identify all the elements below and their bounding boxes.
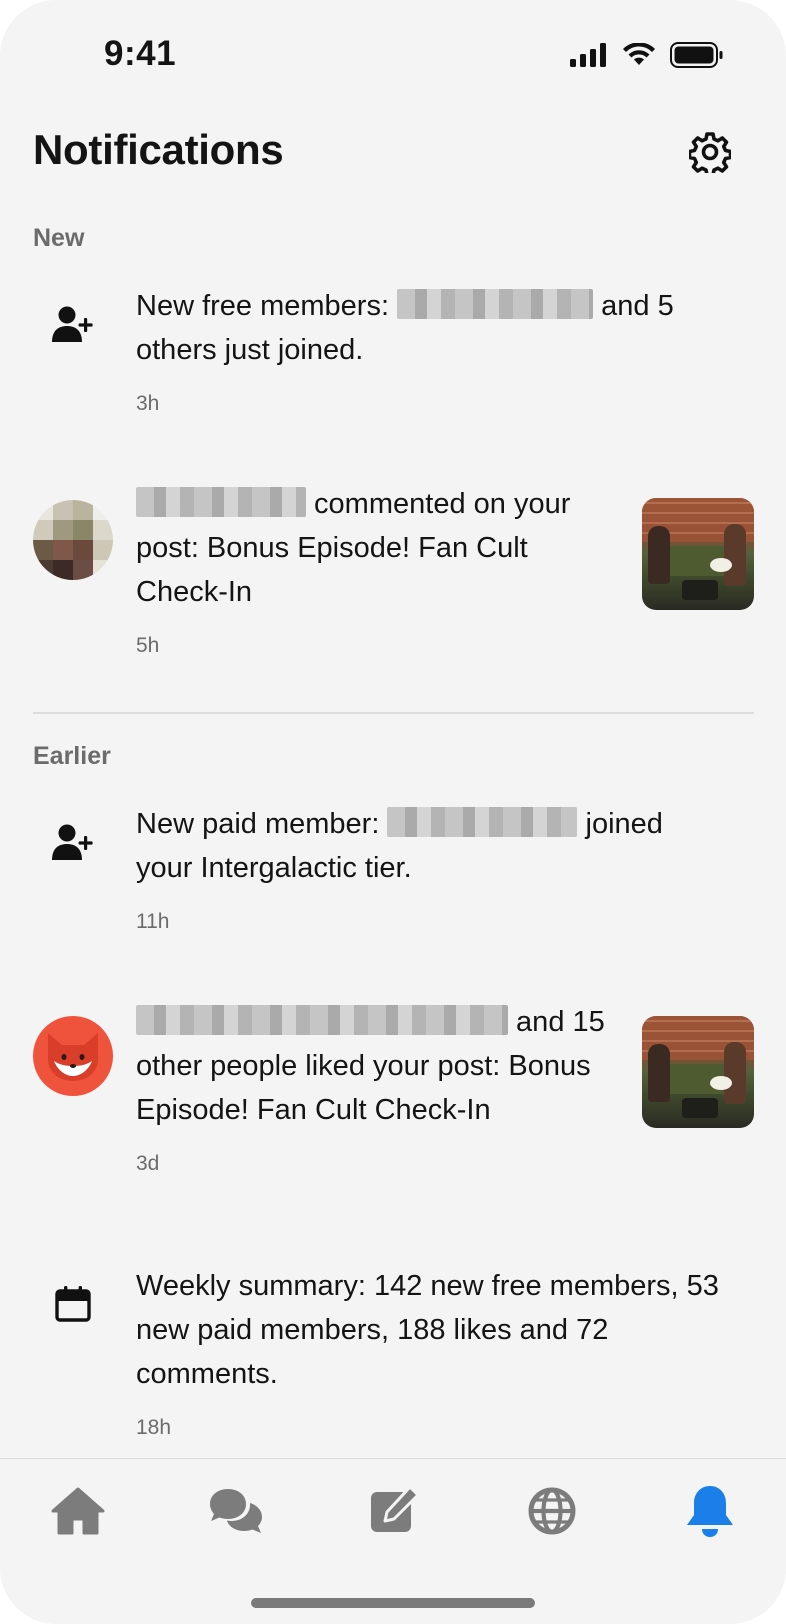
notification-time: 11h — [136, 910, 170, 933]
message-prefix: New free members: — [136, 290, 398, 322]
notification-time: 18h — [136, 1416, 172, 1439]
redacted-name — [136, 487, 306, 517]
home-icon — [51, 1487, 105, 1535]
fox-icon — [48, 1033, 98, 1081]
bell-icon — [687, 1486, 733, 1537]
phone-screen: 9:41 Notifications New New free members:… — [0, 0, 786, 1624]
status-time: 9:41 — [104, 34, 177, 73]
section-label-earlier: Earlier — [33, 742, 111, 770]
gear-icon — [689, 132, 731, 173]
redacted-name — [136, 1005, 508, 1035]
calendar-icon — [33, 1264, 113, 1344]
add-user-icon — [33, 802, 113, 882]
add-user-icon — [33, 284, 113, 364]
compose-icon — [371, 1485, 420, 1532]
tab-compose[interactable] — [362, 1479, 426, 1543]
home-indicator[interactable] — [251, 1598, 535, 1608]
notification-time: 3h — [136, 392, 160, 415]
notification-message: New free members: and 5 others just join… — [136, 284, 716, 372]
settings-button[interactable] — [686, 128, 734, 176]
notification-message: Weekly summary: 142 new free members, 53… — [136, 1270, 719, 1390]
notification-message: commented on your post: Bonus Episode! F… — [136, 482, 610, 614]
cellular-signal-icon — [570, 43, 606, 67]
notification-time: 3d — [136, 1152, 160, 1175]
wifi-icon — [623, 43, 655, 65]
page-title: Notifications — [33, 126, 284, 173]
tab-notifications[interactable] — [678, 1479, 742, 1543]
notification-message: New paid member: joined your Intergalact… — [136, 802, 716, 890]
redacted-name — [397, 289, 594, 319]
post-thumbnail[interactable] — [642, 498, 754, 610]
notification-time: 5h — [136, 634, 160, 657]
fox-avatar[interactable] — [33, 1016, 113, 1096]
battery-icon — [670, 42, 723, 68]
globe-icon — [528, 1487, 576, 1535]
notification-message: and 15 other people liked your post: Bon… — [136, 1000, 626, 1132]
tab-home[interactable] — [46, 1479, 110, 1543]
chat-bubbles-icon — [210, 1489, 262, 1533]
user-avatar[interactable] — [33, 500, 113, 580]
section-label-new: New — [33, 224, 85, 252]
message-prefix: New paid member: — [136, 808, 388, 840]
tab-chats[interactable] — [204, 1479, 268, 1543]
redacted-name — [387, 807, 578, 837]
status-bar: 9:41 — [0, 0, 786, 116]
post-thumbnail[interactable] — [642, 1016, 754, 1128]
section-divider — [33, 712, 754, 714]
status-icons — [570, 42, 724, 68]
tab-explore[interactable] — [520, 1479, 584, 1543]
